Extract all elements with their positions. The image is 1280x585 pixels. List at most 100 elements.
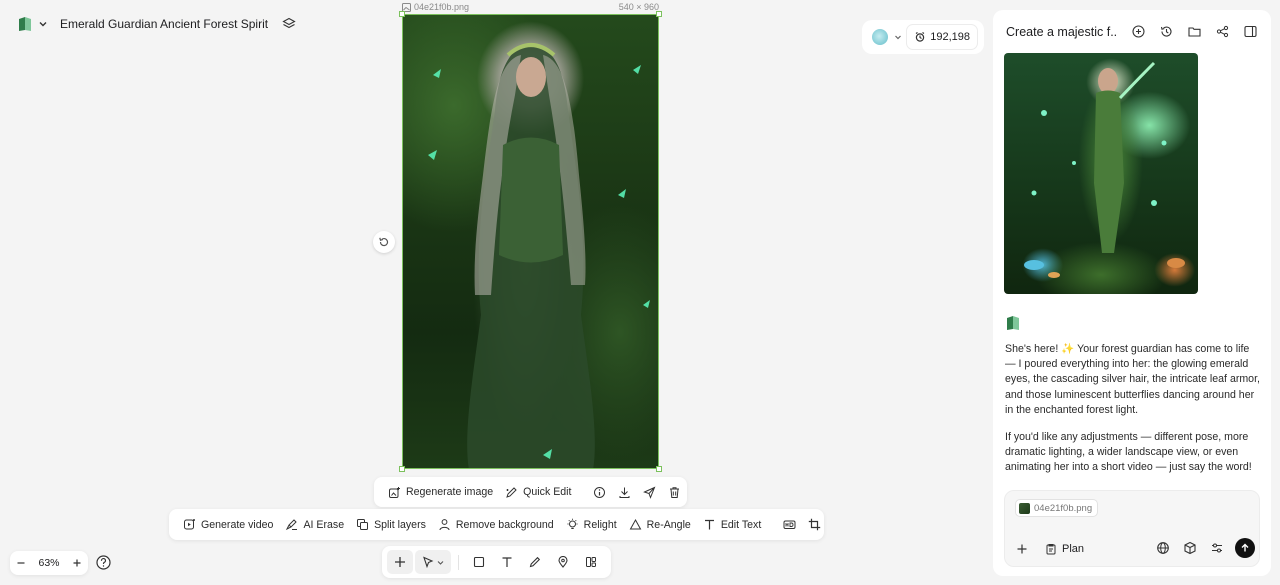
layout-tool[interactable]: [578, 550, 604, 574]
select-tool[interactable]: [415, 550, 451, 574]
person-icon: [439, 519, 450, 531]
regenerate-image-button[interactable]: Regenerate image: [382, 477, 499, 507]
project-title[interactable]: Emerald Guardian Ancient Forest Spirit: [60, 17, 268, 31]
text-icon: [704, 519, 714, 530]
send-to-button[interactable]: [637, 477, 662, 507]
info-icon: [594, 486, 606, 498]
resize-handle-tl[interactable]: [399, 11, 405, 17]
generate-video-label: Generate video: [201, 518, 274, 531]
toggle-panel-icon[interactable]: [1243, 24, 1258, 39]
canvas-image[interactable]: [402, 14, 659, 469]
re-angle-button[interactable]: Re-Angle: [623, 509, 697, 540]
attachment-thumbnail: [1019, 502, 1030, 514]
zoom-level[interactable]: 63%: [38, 557, 59, 569]
relight-label: Relight: [583, 518, 617, 531]
light-bulb-icon: [567, 518, 578, 529]
split-layers-icon: [357, 519, 369, 530]
attachment-name: 04e21f0b.png: [1034, 502, 1093, 514]
account-bar: 192,198: [862, 20, 984, 54]
canvas-tools-toolbar: [382, 546, 611, 578]
new-chat-icon[interactable]: [1131, 24, 1146, 39]
generated-image-thumbnail[interactable]: [1004, 53, 1198, 294]
chat-composer[interactable]: 04e21f0b.png Plan: [1004, 490, 1260, 567]
info-button[interactable]: [587, 477, 612, 507]
globe-icon[interactable]: [1156, 541, 1170, 555]
layout-grid-icon: [586, 557, 596, 567]
generate-video-button[interactable]: Generate video: [177, 509, 279, 540]
cube-icon[interactable]: [1183, 541, 1197, 555]
plan-button[interactable]: Plan: [1045, 540, 1084, 558]
attachment-chip[interactable]: 04e21f0b.png: [1015, 499, 1099, 517]
zoom-controls: 63%: [10, 551, 88, 575]
share-icon[interactable]: [1215, 24, 1230, 39]
resize-handle-tr[interactable]: [656, 11, 662, 17]
pen-tool[interactable]: [522, 550, 548, 574]
model-orb-icon: [872, 29, 888, 45]
pin-tool[interactable]: [550, 550, 576, 574]
image-actions-toolbar: Regenerate image Quick Edit: [374, 477, 687, 507]
project-menu-chevron-icon[interactable]: [38, 19, 48, 29]
project-header: Emerald Guardian Ancient Forest Spirit: [18, 14, 296, 34]
folder-icon[interactable]: [1187, 24, 1202, 39]
credits-badge[interactable]: 192,198: [906, 24, 978, 50]
regenerate-label: Regenerate image: [406, 486, 494, 498]
plan-label: Plan: [1062, 543, 1085, 555]
chat-title: Create a majestic f...: [1006, 25, 1118, 39]
edit-toolbar: Generate video AI Erase Split layers Rem…: [169, 509, 824, 540]
image-filename: 04e21f0b.png: [414, 2, 470, 12]
edit-text-label: Edit Text: [720, 518, 762, 531]
rotate-button[interactable]: [373, 231, 395, 253]
video-icon: [184, 519, 195, 530]
quick-edit-icon: [506, 486, 517, 498]
re-angle-label: Re-Angle: [646, 518, 691, 531]
remove-background-button[interactable]: Remove background: [432, 509, 560, 540]
square-icon: [473, 556, 485, 568]
ai-erase-button[interactable]: AI Erase: [279, 509, 350, 540]
rotate-icon: [379, 237, 389, 247]
help-icon[interactable]: [95, 554, 112, 571]
map-pin-icon: [558, 556, 568, 568]
hd-icon: [783, 520, 796, 529]
image-meta: 04e21f0b.png 540 × 960: [402, 1, 659, 13]
clipboard-icon: [1046, 544, 1056, 555]
resize-handle-br[interactable]: [656, 466, 662, 472]
hd-upscale-button[interactable]: [777, 509, 802, 540]
zoom-in-icon[interactable]: [72, 558, 82, 568]
plus-icon: [1017, 544, 1027, 554]
chat-panel: Create a majestic f... She's here! ✨ You…: [993, 10, 1271, 576]
credits-count: 192,198: [930, 31, 970, 43]
composer-tools: [1156, 541, 1224, 555]
crop-button[interactable]: [802, 509, 827, 540]
zoom-out-icon[interactable]: [16, 558, 26, 568]
add-attachment-button[interactable]: [1013, 540, 1031, 558]
edit-text-button[interactable]: Edit Text: [697, 509, 767, 540]
forest-spirit-illustration: [428, 43, 650, 468]
chevron-down-icon: [895, 35, 901, 40]
split-layers-button[interactable]: Split layers: [350, 509, 432, 540]
history-icon[interactable]: [1159, 24, 1174, 39]
cursor-icon: [423, 556, 434, 568]
rectangle-tool[interactable]: [466, 550, 492, 574]
image-dimensions: 540 × 960: [618, 2, 659, 12]
credits-icon: [915, 32, 925, 42]
add-tool[interactable]: [387, 550, 413, 574]
quick-edit-label: Quick Edit: [523, 486, 572, 498]
resize-handle-bl[interactable]: [399, 466, 405, 472]
delete-button[interactable]: [662, 477, 687, 507]
text-icon: [502, 557, 512, 567]
plus-icon: [395, 557, 405, 567]
assistant-message: She's here! ✨ Your forest guardian has c…: [1005, 343, 1260, 416]
relight-button[interactable]: Relight: [560, 509, 623, 540]
model-selector[interactable]: [872, 29, 902, 45]
send-button[interactable]: [1235, 538, 1255, 558]
text-tool[interactable]: [494, 550, 520, 574]
paper-plane-icon: [643, 486, 656, 499]
app-logo-icon[interactable]: [18, 16, 32, 32]
quick-edit-button[interactable]: Quick Edit: [499, 477, 577, 507]
ai-erase-label: AI Erase: [303, 518, 345, 531]
download-icon: [619, 487, 630, 498]
settings-sliders-icon[interactable]: [1210, 541, 1224, 555]
download-button[interactable]: [612, 477, 637, 507]
trash-icon: [670, 486, 680, 498]
layers-icon[interactable]: [282, 17, 296, 31]
